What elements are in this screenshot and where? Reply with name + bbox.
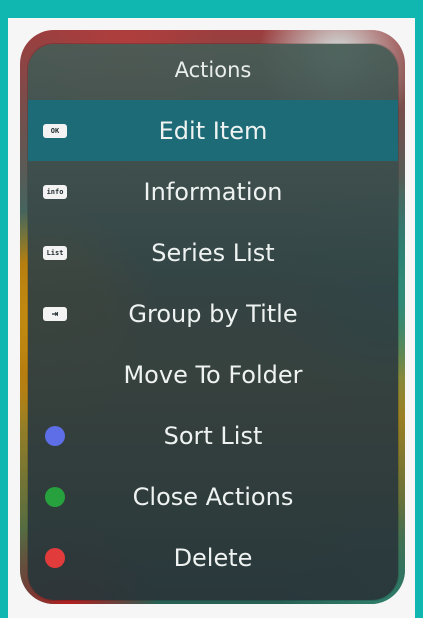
green-button-icon <box>45 486 65 507</box>
ok-key-icon: OK <box>43 123 67 138</box>
menu-item-close-actions[interactable]: Close Actions <box>28 466 398 527</box>
menu-item-series-list[interactable]: List Series List <box>28 222 398 283</box>
menu-item-label: Series List <box>151 238 275 267</box>
menu-item-label: Close Actions <box>132 482 294 511</box>
menu-item-group-by-title[interactable]: ⇥ Group by Title <box>28 283 398 344</box>
menu-item-label: Information <box>143 177 283 206</box>
actions-menu-panel: Actions OK Edit Item info Information Li… <box>28 44 398 600</box>
menu-item-delete[interactable]: Delete <box>28 527 398 588</box>
menu-item-label: Move To Folder <box>123 360 303 389</box>
menu-item-label: Edit Item <box>158 116 268 145</box>
menu-item-label: Group by Title <box>128 299 298 328</box>
list-key-icon: List <box>43 245 67 260</box>
menu-item-edit-item[interactable]: OK Edit Item <box>28 100 398 161</box>
menu-item-label: Delete <box>173 543 253 572</box>
menu-title: Actions <box>174 58 252 82</box>
menu-item-sort-list[interactable]: Sort List <box>28 405 398 466</box>
menu-item-information[interactable]: info Information <box>28 161 398 222</box>
menu-item-move-to-folder[interactable]: Move To Folder <box>28 344 398 405</box>
info-key-icon: info <box>43 184 67 199</box>
menu-item-label: Sort List <box>163 421 263 450</box>
actions-menu-list: OK Edit Item info Information List Serie… <box>28 100 398 588</box>
blue-button-icon <box>45 425 65 446</box>
tab-key-icon: ⇥ <box>43 306 67 321</box>
red-button-icon <box>45 547 65 568</box>
